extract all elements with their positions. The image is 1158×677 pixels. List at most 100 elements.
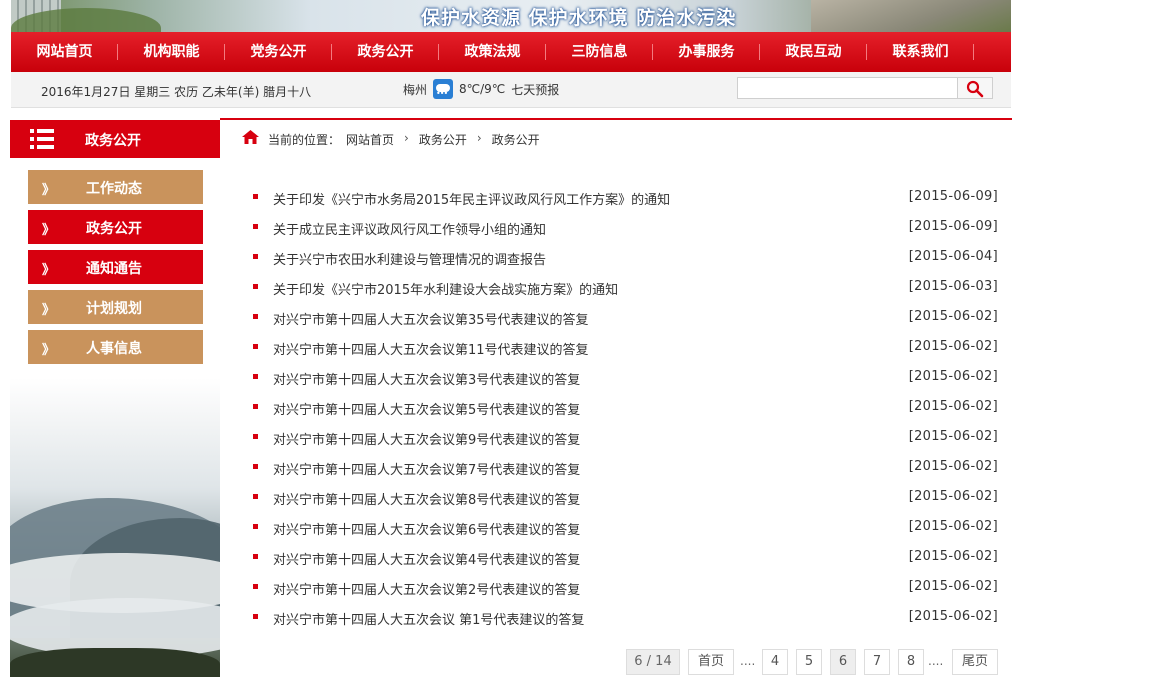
article-title[interactable]: 对兴宁市第十四届人大五次会议第11号代表建议的答复 — [273, 339, 589, 358]
double-chevron-icon: 》 — [42, 183, 55, 198]
article-row[interactable]: 关于兴宁市农田水利建设与管理情况的调查报告 [2015-06-04] — [253, 243, 998, 273]
article-title[interactable]: 对兴宁市第十四届人大五次会议第2号代表建议的答复 — [273, 579, 580, 598]
last-page-button[interactable]: 尾页 — [952, 649, 998, 675]
sidebar-item-label: 政务公开 — [86, 221, 142, 237]
article-row[interactable]: 对兴宁市第十四届人大五次会议第4号代表建议的答复 [2015-06-02] — [253, 543, 998, 573]
article-title[interactable]: 对兴宁市第十四届人大五次会议 第1号代表建议的答复 — [273, 609, 584, 628]
article-title[interactable]: 对兴宁市第十四届人大五次会议第6号代表建议的答复 — [273, 519, 580, 538]
home-icon — [242, 130, 259, 144]
sidebar-item-plans[interactable]: 》 计划规划 — [28, 290, 203, 324]
banner-dam-image — [811, 0, 1011, 32]
weather-temp: 8℃/9℃ — [459, 82, 506, 96]
nav-flood-control[interactable]: 三防信息 — [546, 32, 653, 72]
breadcrumb: 当前的位置： 网站首页 › 政务公开 › 政务公开 — [220, 118, 1012, 153]
square-bullet-icon — [253, 584, 258, 589]
article-row[interactable]: 关于成立民主评议政风行风工作领导小组的通知 [2015-06-09] — [253, 213, 998, 243]
article-row[interactable]: 关于印发《兴宁市2015年水利建设大会战实施方案》的通知 [2015-06-03] — [253, 273, 998, 303]
sidebar-title: 政务公开 — [85, 133, 141, 149]
article-row[interactable]: 对兴宁市第十四届人大五次会议第2号代表建议的答复 [2015-06-02] — [253, 573, 998, 603]
pagination: 6 / 14 首页 .... 4 5 6 7 8 .... 尾页 — [0, 649, 1158, 675]
article-title[interactable]: 关于印发《兴宁市水务局2015年民主评议政风行风工作方案》的通知 — [273, 189, 670, 208]
sidebar-item-notices[interactable]: 》 通知通告 — [28, 250, 203, 284]
nav-contact[interactable]: 联系我们 — [867, 32, 974, 72]
seven-day-forecast-link[interactable]: 七天预报 — [511, 81, 559, 98]
article-row[interactable]: 对兴宁市第十四届人大五次会议第11号代表建议的答复 [2015-06-02] — [253, 333, 998, 363]
chevron-right-icon: › — [476, 131, 482, 145]
square-bullet-icon — [253, 344, 258, 349]
breadcrumb-current[interactable]: 政务公开 — [492, 131, 540, 148]
article-row[interactable]: 对兴宁市第十四届人大五次会议第3号代表建议的答复 [2015-06-02] — [253, 363, 998, 393]
sidebar-item-personnel[interactable]: 》 人事信息 — [28, 330, 203, 364]
article-date: [2015-06-02] — [908, 369, 998, 384]
nav-institution[interactable]: 机构职能 — [118, 32, 225, 72]
double-chevron-icon: 》 — [42, 303, 55, 318]
breadcrumb-home-link[interactable]: 网站首页 — [346, 131, 394, 148]
article-title[interactable]: 对兴宁市第十四届人大五次会议第9号代表建议的答复 — [273, 429, 580, 448]
article-date: [2015-06-02] — [908, 549, 998, 564]
article-date: [2015-06-03] — [908, 279, 998, 294]
sidebar-header: 政务公开 — [10, 120, 220, 158]
page-ellipsis: .... — [928, 654, 944, 668]
search-button[interactable] — [957, 77, 993, 99]
article-row[interactable]: 关于印发《兴宁市水务局2015年民主评议政风行风工作方案》的通知 [2015-06… — [253, 183, 998, 213]
article-date: [2015-06-02] — [908, 489, 998, 504]
weather-widget: 梅州 8℃/9℃ 七天预报 — [403, 79, 559, 99]
page-8-button[interactable]: 8 — [898, 649, 924, 675]
page-4-button[interactable]: 4 — [762, 649, 788, 675]
article-title[interactable]: 关于印发《兴宁市2015年水利建设大会战实施方案》的通知 — [273, 279, 618, 298]
article-title[interactable]: 对兴宁市第十四届人大五次会议第35号代表建议的答复 — [273, 309, 589, 328]
article-date: [2015-06-02] — [908, 399, 998, 414]
search-icon — [966, 80, 984, 98]
nav-party-affairs[interactable]: 党务公开 — [225, 32, 332, 72]
square-bullet-icon — [253, 404, 258, 409]
sidebar-item-work-news[interactable]: 》 工作动态 — [28, 170, 203, 204]
article-list: 关于印发《兴宁市水务局2015年民主评议政风行风工作方案》的通知 [2015-06… — [253, 183, 998, 633]
article-row[interactable]: 对兴宁市第十四届人大五次会议第8号代表建议的答复 [2015-06-02] — [253, 483, 998, 513]
square-bullet-icon — [253, 464, 258, 469]
article-row[interactable]: 对兴宁市第十四届人大五次会议第9号代表建议的答复 [2015-06-02] — [253, 423, 998, 453]
nav-interaction[interactable]: 政民互动 — [760, 32, 867, 72]
article-date: [2015-06-09] — [908, 219, 998, 234]
sidebar-body: 》 工作动态 》 政务公开 》 通知通告 》 计划规划 》 人事信息 — [10, 158, 220, 677]
article-row[interactable]: 对兴宁市第十四届人大五次会议第5号代表建议的答复 [2015-06-02] — [253, 393, 998, 423]
double-chevron-icon: 》 — [42, 343, 55, 358]
article-title[interactable]: 对兴宁市第十四届人大五次会议第5号代表建议的答复 — [273, 399, 580, 418]
square-bullet-icon — [253, 494, 258, 499]
article-row[interactable]: 对兴宁市第十四届人大五次会议第7号代表建议的答复 [2015-06-02] — [253, 453, 998, 483]
search-input[interactable] — [737, 77, 959, 99]
article-title[interactable]: 对兴宁市第十四届人大五次会议第8号代表建议的答复 — [273, 489, 580, 508]
article-title[interactable]: 对兴宁市第十四届人大五次会议第4号代表建议的答复 — [273, 549, 580, 568]
article-row[interactable]: 对兴宁市第十四届人大五次会议 第1号代表建议的答复 [2015-06-02] — [253, 603, 998, 633]
chevron-right-icon: › — [404, 131, 409, 145]
sidebar-item-gov-affairs[interactable]: 》 政务公开 — [28, 210, 203, 244]
page-ellipsis: .... — [740, 654, 756, 668]
nav-home[interactable]: 网站首页 — [11, 32, 118, 72]
page-6-current[interactable]: 6 — [830, 649, 856, 675]
double-chevron-icon: 》 — [42, 223, 55, 238]
square-bullet-icon — [253, 374, 258, 379]
nav-services[interactable]: 办事服务 — [653, 32, 760, 72]
nav-policies[interactable]: 政策法规 — [439, 32, 546, 72]
article-row[interactable]: 对兴宁市第十四届人大五次会议第35号代表建议的答复 [2015-06-02] — [253, 303, 998, 333]
current-date: 2016年1月27日 星期三 农历 乙未年(羊) 腊月十八 — [41, 85, 312, 99]
main-nav: 网站首页 机构职能 党务公开 政务公开 政策法规 三防信息 办事服务 政民互动 … — [11, 32, 1011, 72]
info-bar: 2016年1月27日 星期三 农历 乙未年(羊) 腊月十八 梅州 8℃/9℃ 七… — [11, 72, 1011, 108]
sidebar-item-label: 工作动态 — [86, 181, 142, 197]
article-row[interactable]: 对兴宁市第十四届人大五次会议第6号代表建议的答复 [2015-06-02] — [253, 513, 998, 543]
article-date: [2015-06-02] — [908, 429, 998, 444]
article-date: [2015-06-09] — [908, 189, 998, 204]
double-chevron-icon: 》 — [42, 263, 55, 278]
article-title[interactable]: 关于成立民主评议政风行风工作领导小组的通知 — [273, 219, 546, 238]
nav-gov-affairs[interactable]: 政务公开 — [332, 32, 439, 72]
article-date: [2015-06-02] — [908, 339, 998, 354]
breadcrumb-link[interactable]: 政务公开 — [419, 131, 467, 148]
square-bullet-icon — [253, 194, 258, 199]
article-title[interactable]: 对兴宁市第十四届人大五次会议第7号代表建议的答复 — [273, 459, 580, 478]
breadcrumb-prefix: 当前的位置： — [268, 133, 341, 147]
first-page-button[interactable]: 首页 — [688, 649, 734, 675]
article-title[interactable]: 对兴宁市第十四届人大五次会议第3号代表建议的答复 — [273, 369, 580, 388]
page-7-button[interactable]: 7 — [864, 649, 890, 675]
sidebar-item-label: 人事信息 — [86, 341, 142, 357]
page-5-button[interactable]: 5 — [796, 649, 822, 675]
article-title[interactable]: 关于兴宁市农田水利建设与管理情况的调查报告 — [273, 249, 546, 268]
